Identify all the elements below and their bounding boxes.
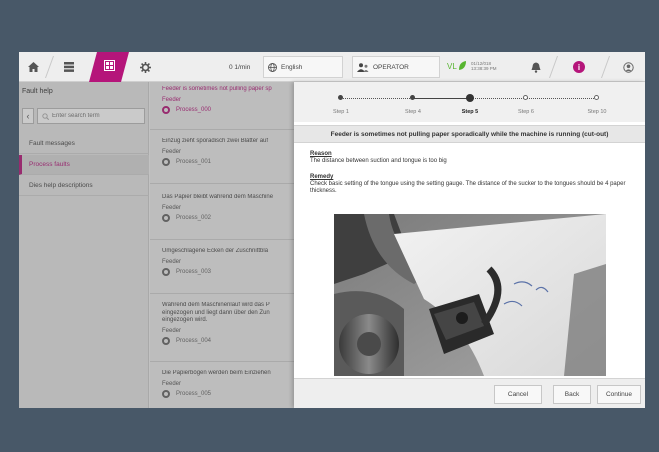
- reason-text: The distance between suction and tongue …: [310, 158, 447, 164]
- eco-status: VL 01/12/018 13:38:39 PM: [447, 60, 497, 72]
- role-label: OPERATOR: [373, 63, 409, 71]
- dialog-heading: Feeder is sometimes not pulling paper sp…: [294, 125, 645, 143]
- step-label-current: Step 5: [461, 109, 479, 115]
- step-marker: [523, 95, 528, 100]
- app-screen: 0 1/min English OPERATOR VL 01/12/018 13…: [19, 52, 645, 408]
- clock-time: 13:38:39 PM: [471, 65, 497, 71]
- back-button[interactable]: Back: [553, 385, 591, 404]
- step-marker: [594, 95, 599, 100]
- continue-button[interactable]: Continue: [597, 385, 641, 404]
- reason-label: Reason: [310, 151, 332, 157]
- step-label: Step 6: [518, 109, 534, 115]
- globe-icon: [268, 62, 277, 72]
- leaf-icon: VL: [447, 60, 467, 71]
- speed-readout: 0 1/min: [229, 63, 251, 71]
- step-marker-current: [466, 93, 474, 102]
- tab-fault-help[interactable]: [89, 52, 129, 82]
- top-bar: 0 1/min English OPERATOR VL 01/12/018 13…: [19, 52, 645, 82]
- tab-separator: [600, 56, 611, 78]
- tab-separator: [548, 56, 559, 78]
- step-marker: [338, 95, 343, 100]
- language-selector[interactable]: English: [263, 56, 343, 78]
- user-icon[interactable]: [615, 52, 641, 82]
- operator-selector[interactable]: OPERATOR: [352, 56, 440, 78]
- bell-icon[interactable]: [525, 52, 547, 82]
- svg-text:VL: VL: [447, 62, 457, 71]
- step-connector: [412, 97, 470, 99]
- step-connector: [470, 98, 598, 99]
- home-icon[interactable]: [21, 52, 45, 82]
- remedy-label: Remedy: [310, 174, 334, 180]
- operator-icon: [357, 62, 369, 72]
- list-icon[interactable]: [55, 52, 83, 82]
- cancel-button[interactable]: Cancel: [494, 385, 542, 404]
- gear-icon[interactable]: [133, 52, 157, 82]
- step-label: Step 10: [587, 109, 607, 115]
- step-progress: Step 1 Step 4 Step 5 Step 6 Step 10: [294, 82, 645, 122]
- modal-overlay: [19, 82, 294, 408]
- step-label: Step 1: [333, 109, 349, 115]
- dialog-footer: Cancel Back Continue: [294, 378, 645, 408]
- help-grid-icon: [104, 60, 115, 74]
- step-marker: [410, 95, 415, 100]
- remedy-photo: [334, 214, 606, 376]
- remedy-text: Check basic setting of the tongue using …: [310, 181, 626, 194]
- step-connector: [340, 98, 412, 99]
- info-button[interactable]: i: [559, 52, 599, 82]
- info-icon: i: [573, 61, 585, 73]
- step-label: Step 4: [405, 109, 421, 115]
- fault-step-dialog: Step 1 Step 4 Step 5 Step 6 Step 10 Feed…: [294, 82, 645, 408]
- tab-separator: [44, 56, 55, 78]
- language-label: English: [281, 63, 303, 71]
